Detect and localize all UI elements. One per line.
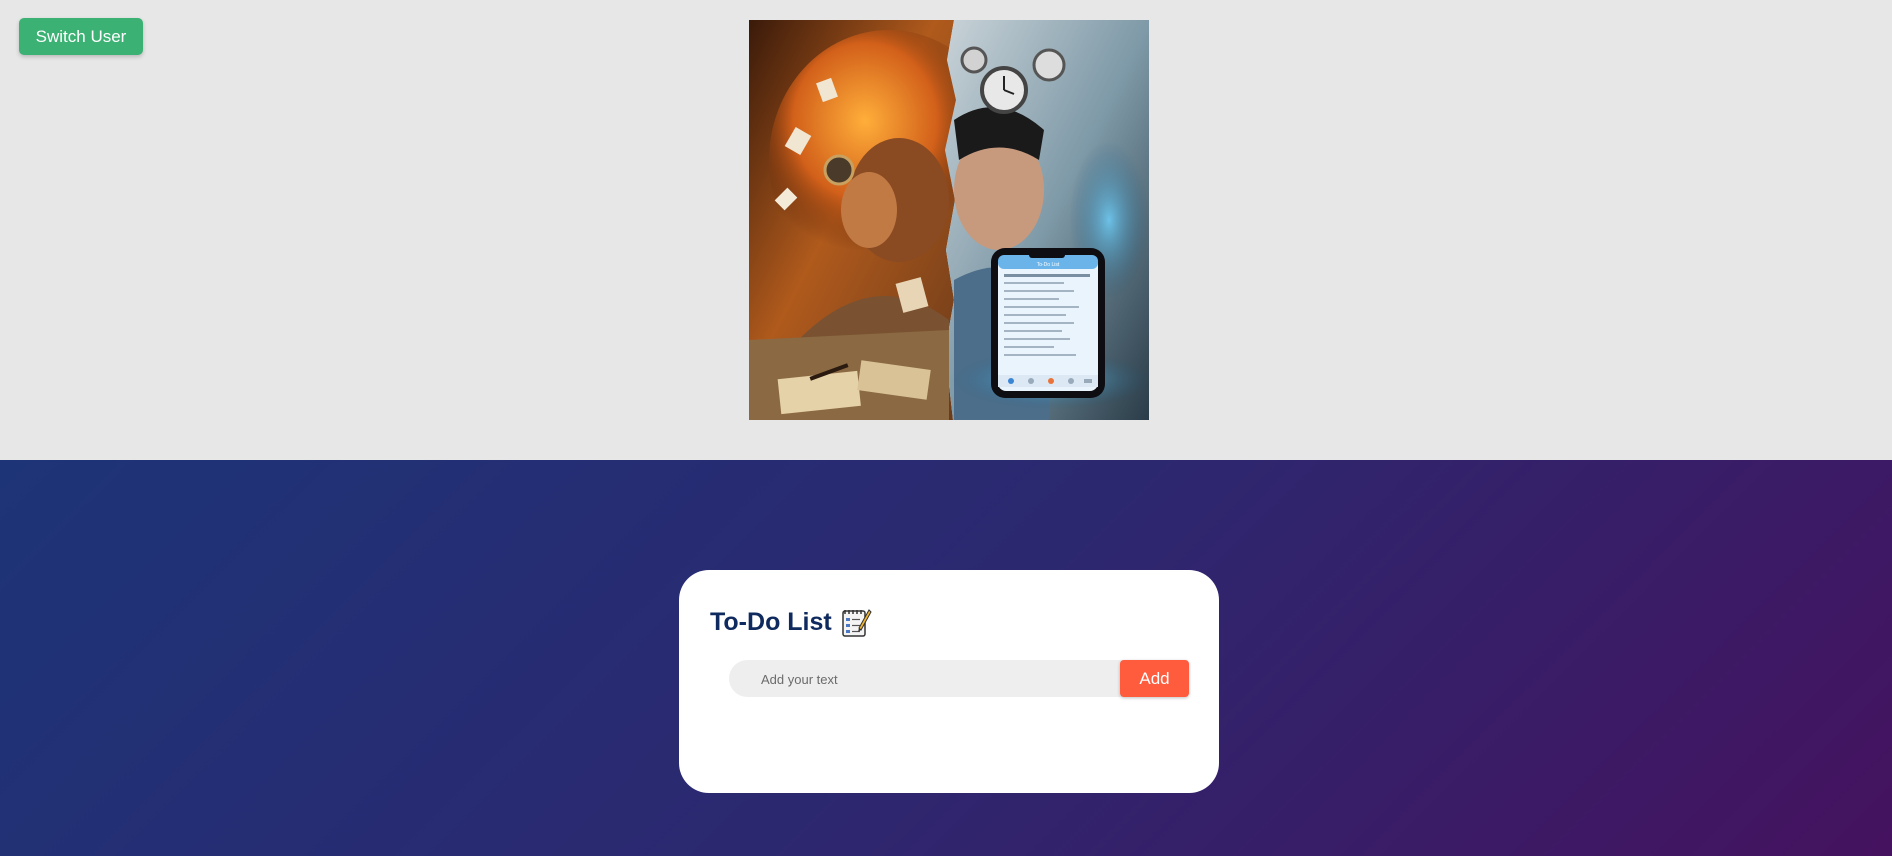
switch-user-button[interactable]: Switch User bbox=[19, 18, 143, 55]
notepad-pencil-icon bbox=[841, 609, 872, 637]
todo-text-input[interactable] bbox=[759, 660, 1093, 699]
stress-vs-organized-illustration: To-Do List bbox=[749, 20, 1149, 420]
main-section: To-Do List Add bbox=[0, 460, 1892, 856]
todo-input-row: Add bbox=[729, 660, 1189, 699]
top-section: Switch User To-Do List bbox=[0, 0, 1892, 460]
todo-card: To-Do List Add bbox=[679, 570, 1219, 793]
todo-title: To-Do List bbox=[710, 606, 872, 638]
phone-screen-title: To-Do List bbox=[1037, 262, 1060, 268]
add-button[interactable]: Add bbox=[1120, 660, 1189, 697]
todo-title-text: To-Do List bbox=[710, 607, 832, 636]
hero-image: To-Do List bbox=[749, 20, 1149, 420]
